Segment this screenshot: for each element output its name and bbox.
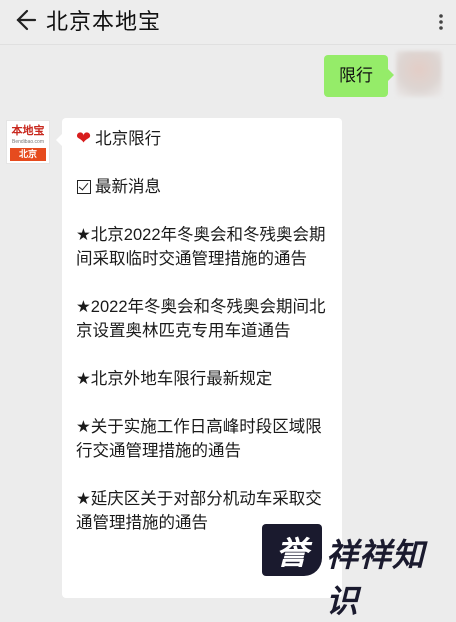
section-title: 最新消息: [95, 178, 161, 196]
watermark: 誉 祥祥知识: [262, 524, 438, 619]
news-link-4[interactable]: ★关于实施工作日高峰时段区域限行交通管理措施的通告: [76, 415, 332, 463]
top-bar: 北京本地宝: [0, 0, 456, 45]
user-message-text: 限行: [339, 66, 373, 85]
back-arrow-icon[interactable]: [10, 6, 38, 34]
chat-title: 北京本地宝: [46, 9, 162, 34]
news-link-3[interactable]: ★北京外地车限行最新规定: [76, 367, 332, 391]
watermark-shield-char: 誉: [275, 535, 308, 571]
section-title-line: 最新消息: [76, 175, 332, 199]
avatar-logo-subtext: Bendibao.com: [12, 139, 44, 145]
news-link-1[interactable]: ★北京2022年冬奥会和冬残奥会期间采取临时交通管理措施的通告: [76, 223, 332, 271]
avatar-logo-text: 本地宝: [11, 125, 45, 137]
more-vertical-icon[interactable]: [436, 10, 446, 34]
bot-avatar[interactable]: 本地宝 Bendibao.com 北京: [6, 120, 50, 164]
message-heading-line: ❤ 北京限行: [76, 126, 332, 151]
heart-icon: ❤: [76, 128, 92, 148]
watermark-shield-icon: 誉: [262, 524, 322, 576]
user-message-bubble[interactable]: 限行: [324, 55, 394, 97]
avatar-city-label: 北京: [10, 148, 46, 161]
checkbox-icon: [77, 180, 91, 194]
news-link-2[interactable]: ★2022年冬奥会和冬残奥会期间北京设置奥林匹克专用车道通告: [76, 295, 332, 343]
watermark-text: 祥祥知识: [326, 537, 426, 619]
message-heading: 北京限行: [95, 130, 162, 148]
user-avatar[interactable]: [396, 51, 442, 97]
